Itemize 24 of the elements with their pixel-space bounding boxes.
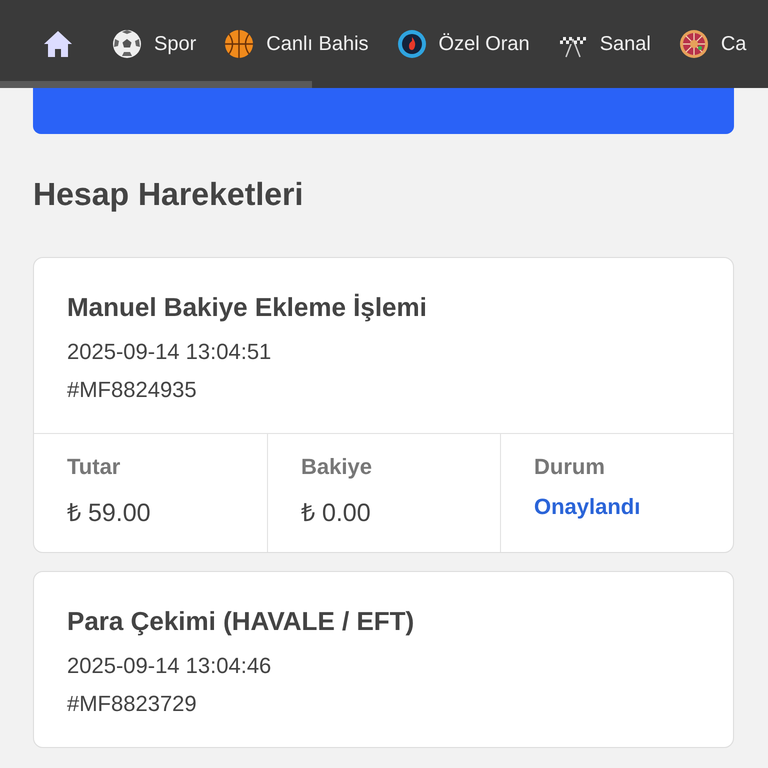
detail-value: ₺ 59.00 [67,498,152,528]
transaction-date: 2025-09-14 13:04:46 [67,653,272,679]
transaction-id: #MF8824935 [67,377,198,403]
transaction-title: Manuel Bakiye Ekleme İşlemi [67,292,428,323]
transaction-title: Para Çekimi (HAVALE / EFT) [67,606,416,637]
nav-item[interactable]: Ca [678,29,746,59]
flame-icon [396,29,427,59]
nav-item[interactable]: Sanal [558,29,651,59]
soccer-ball-icon [112,29,142,59]
detail-value: ₺ 0.00 [301,498,372,528]
transaction-date: 2025-09-14 13:04:51 [67,339,272,365]
home-icon [42,29,74,59]
status-value: Onaylandı [534,494,642,520]
nav-item[interactable]: Özel Oran [396,29,530,59]
nav-item[interactable]: Spor [112,29,196,59]
basketball-icon [224,29,254,59]
detail-label: Bakiye [301,454,373,480]
nav-item[interactable]: Canlı Bahis [224,29,369,59]
transaction-id: #MF8823729 [67,691,198,717]
detail-label: Tutar [67,454,122,480]
home-button[interactable] [42,29,74,59]
detail-label: Durum [534,454,606,480]
section-heading: Hesap Hareketleri [33,176,304,213]
roulette-wheel-icon [678,29,709,59]
